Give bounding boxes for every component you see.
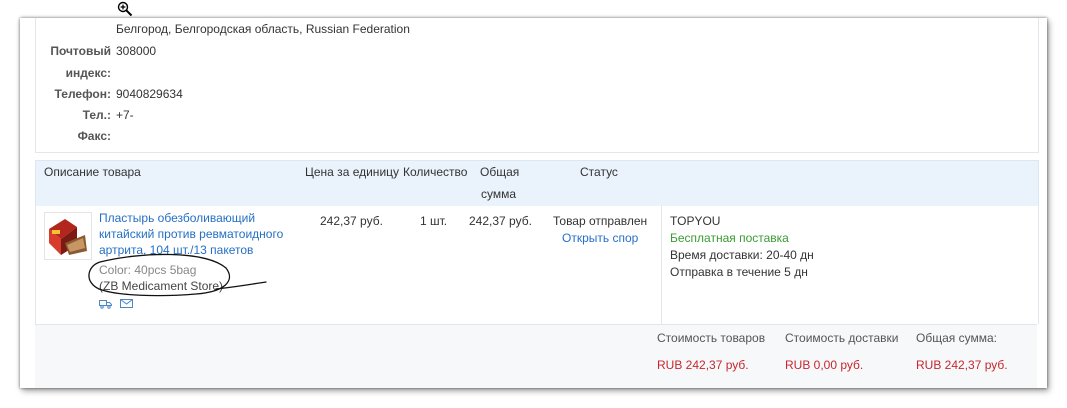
goods-cost-value: RUB 242,37 руб.: [657, 358, 749, 372]
postal-label: Почтовый: [50, 44, 111, 58]
free-shipping: Бесплатная поставка: [670, 231, 789, 245]
product-color: Color: 40pcs 5bag: [99, 263, 197, 277]
order-total-value: RUB 242,37 руб.: [916, 358, 1008, 372]
tel-label: Тел.:: [82, 108, 111, 122]
message-icon[interactable]: [120, 298, 133, 309]
shipping-cost-value: RUB 0,00 руб.: [785, 358, 864, 372]
header-total: Общая: [480, 165, 520, 179]
table-row: Пластырь обезболивающий китайский против…: [35, 206, 1039, 324]
seller-info: TOPYOU Бесплатная поставка Время доставк…: [670, 213, 814, 281]
quantity-value: 1 шт.: [420, 214, 448, 228]
store-name[interactable]: (ZB Medicament Store): [99, 278, 223, 294]
header-unit-price: Цена за единицу: [305, 165, 400, 179]
header-quantity: Количество: [403, 165, 468, 179]
order-card: Белгород, Белгородская область, Russian …: [20, 18, 1047, 388]
postal-value: 308000: [116, 44, 157, 58]
order-totals: Стоимость товаров RUB 242,37 руб. Стоимо…: [35, 324, 1037, 388]
goods-cost-label: Стоимость товаров: [657, 331, 766, 345]
column-divider: [661, 206, 662, 324]
header-description: Описание товара: [44, 165, 141, 179]
tel-value: +7-: [116, 108, 134, 122]
fax-label: Факс:: [77, 129, 111, 143]
unit-price: 242,37 руб.: [320, 214, 383, 228]
header-status: Статус: [580, 165, 618, 179]
header-total-cont: сумма: [481, 187, 517, 201]
phone-label: Телефон:: [54, 87, 111, 101]
address-city: Белгород, Белгородская область, Russian …: [116, 22, 410, 36]
shipping-address: Белгород, Белгородская область, Russian …: [35, 18, 1039, 153]
line-total: 242,37 руб.: [469, 214, 532, 228]
items-table-header: Описание товара Цена за единицу Количест…: [35, 160, 1039, 208]
dispatch-time: Отправка в течение 5 дн: [670, 265, 808, 279]
open-dispute-link[interactable]: Открыть спор: [562, 230, 638, 246]
seller-name[interactable]: TOPYOU: [670, 213, 814, 230]
zoom-in-icon: [117, 1, 133, 17]
order-total-label: Общая сумма:: [916, 331, 997, 345]
product-title-link[interactable]: Пластырь обезболивающий китайский против…: [99, 210, 299, 258]
phone-value: 9040829634: [116, 87, 183, 101]
product-image: [49, 219, 87, 255]
truck-icon[interactable]: [99, 298, 112, 309]
product-thumbnail[interactable]: [44, 212, 92, 260]
delivery-time: Время доставки: 20-40 дн: [670, 248, 814, 262]
status-text: Товар отправлен: [553, 214, 648, 228]
shipping-cost-label: Стоимость доставки: [785, 331, 899, 345]
postal-label-cont: индекс:: [65, 66, 111, 80]
